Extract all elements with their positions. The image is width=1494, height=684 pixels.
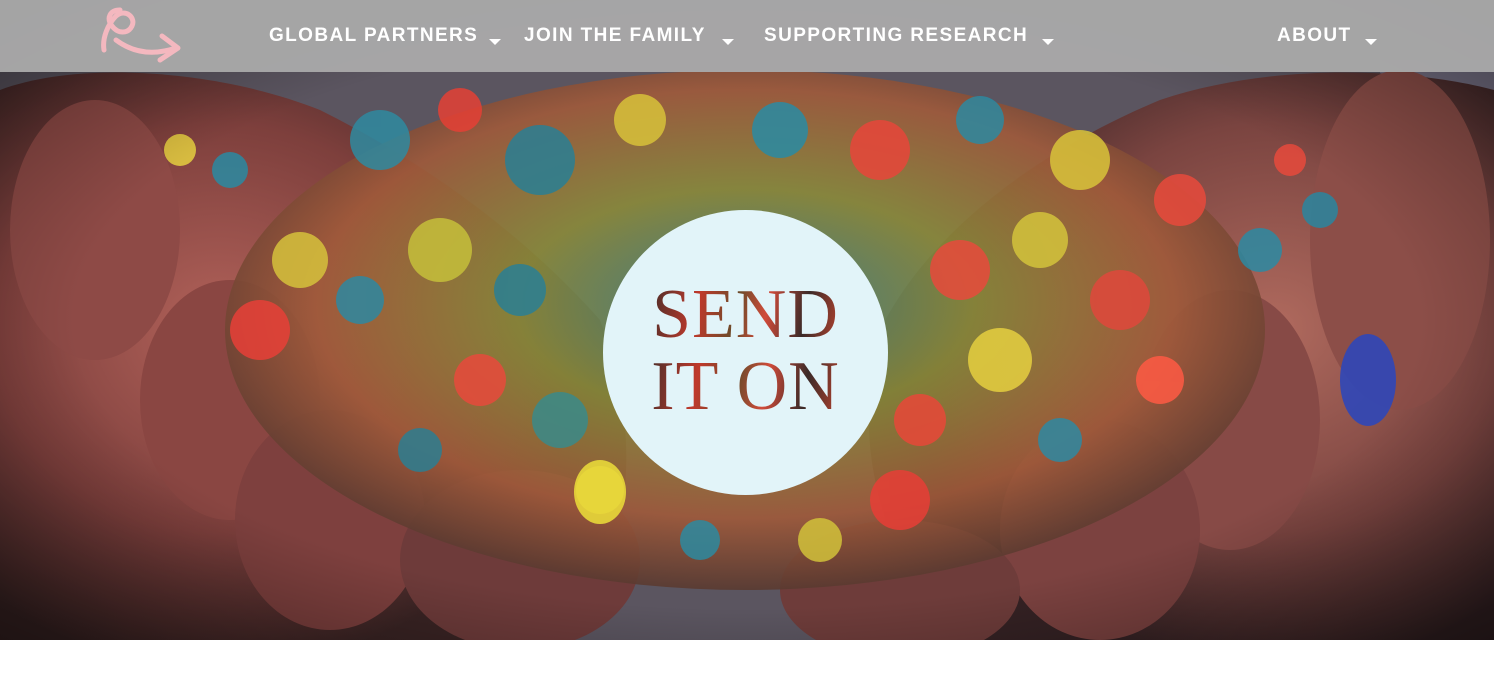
caret-down-icon[interactable] [1365,32,1379,45]
badge-line-it-on: IT ON [651,347,840,425]
nav-join-the-family-label: JOIN THE FAMILY [524,25,706,46]
nav-global-partners[interactable]: GLOBAL PARTNERS [269,22,478,50]
nav-about-label: ABOUT [1277,25,1352,46]
caret-down-icon[interactable] [722,32,736,45]
nav-join-the-family[interactable]: JOIN THE FAMILY [524,22,706,50]
caret-down-icon[interactable] [489,32,503,45]
top-navigation-bar: GLOBAL PARTNERS JOIN THE FAMILY SUPPORTI… [0,0,1494,72]
nav-global-partners-label: GLOBAL PARTNERS [269,25,479,46]
hero-banner: SEND IT ON [0,0,1494,640]
caret-down-icon[interactable] [1042,32,1056,45]
nav-supporting-research-label: SUPPORTING RESEARCH [764,25,1029,46]
nav-about[interactable]: ABOUT [1277,22,1352,50]
send-it-on-badge[interactable]: SEND IT ON [603,210,888,495]
badge-line-send: SEND [652,275,839,353]
nav-supporting-research[interactable]: SUPPORTING RESEARCH [764,22,1028,50]
ribbon-arrow-icon[interactable] [98,4,186,70]
